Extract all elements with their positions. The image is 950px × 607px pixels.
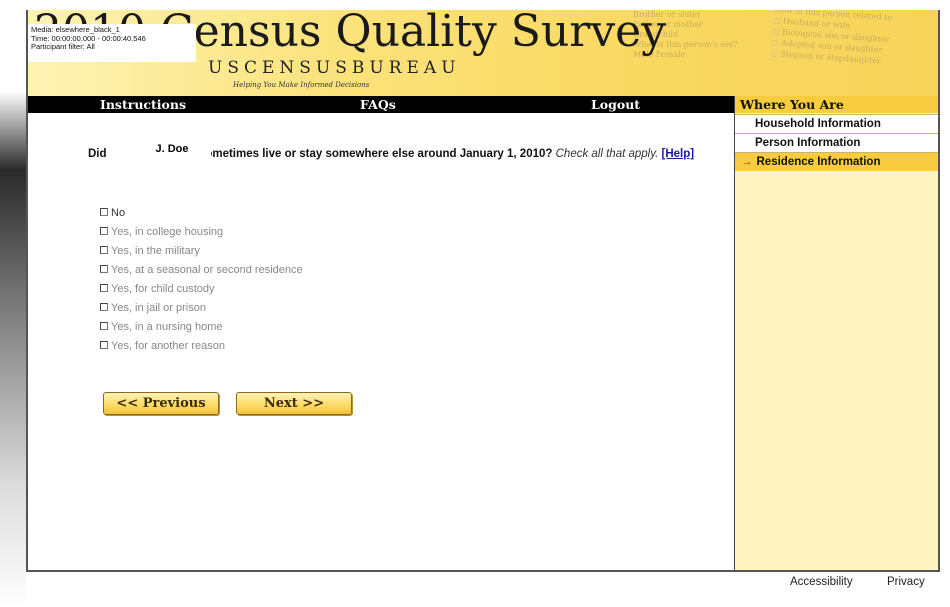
nav-instructions-link[interactable]: Instructions [100, 97, 186, 112]
sidebar-item-label: Residence Information [756, 156, 881, 168]
sidebar-heading: Where You Are [735, 96, 938, 113]
residence-options-list: No Yes, in college housing Yes, in the m… [100, 204, 303, 356]
option-checkbox[interactable] [100, 208, 108, 216]
window-edge-shadow [0, 0, 26, 607]
option-child-custody: Yes, for child custody [100, 280, 303, 299]
option-checkbox[interactable] [100, 227, 108, 235]
option-seasonal-residence: Yes, at a seasonal or second residence [100, 261, 303, 280]
progress-sidebar: Where You Are Household Information Pers… [734, 96, 938, 570]
nav-logout-link[interactable]: Logout [591, 97, 640, 112]
survey-window: Brother or sister Father or mother Grand… [26, 10, 940, 572]
nav-faqs-link[interactable]: FAQs [360, 97, 396, 112]
option-military: Yes, in the military [100, 242, 303, 261]
option-checkbox[interactable] [100, 322, 108, 330]
sidebar-item-residence[interactable]: → Residence Information [735, 152, 938, 171]
media-info-overlay: Media: elsewhere_black_1 Time: 00:00:00.… [28, 24, 196, 62]
banner-background-form-right: How is this person related to Husband or… [771, 10, 893, 67]
bureau-wordmark: USCENSUSBUREAU [208, 58, 461, 78]
option-another-reason: Yes, for another reason [100, 337, 303, 356]
previous-button[interactable]: << Previous [103, 392, 219, 415]
option-checkbox[interactable] [100, 284, 108, 292]
next-button[interactable]: Next >> [236, 392, 352, 415]
privacy-link[interactable]: Privacy [887, 576, 925, 588]
option-checkbox[interactable] [100, 265, 108, 273]
option-no: No [100, 204, 303, 223]
participant-filter: Participant filter: All [31, 42, 95, 51]
top-navigation-bar: Instructions FAQs Logout [28, 96, 734, 113]
accessibility-link[interactable]: Accessibility [790, 576, 853, 588]
bureau-tagline: Helping You Make Informed Decisions [233, 81, 370, 89]
person-name-label: J. Doe [133, 138, 211, 166]
sidebar-item-household[interactable]: Household Information [735, 114, 938, 133]
option-jail-prison: Yes, in jail or prison [100, 299, 303, 318]
option-college-housing: Yes, in college housing [100, 223, 303, 242]
sidebar-item-person[interactable]: Person Information [735, 133, 938, 152]
option-nursing-home: Yes, in a nursing home [100, 318, 303, 337]
option-checkbox[interactable] [100, 246, 108, 254]
help-link[interactable]: [Help] [662, 148, 695, 160]
option-checkbox[interactable] [100, 303, 108, 311]
option-checkbox[interactable] [100, 341, 108, 349]
current-step-arrow-icon: → [741, 156, 753, 168]
